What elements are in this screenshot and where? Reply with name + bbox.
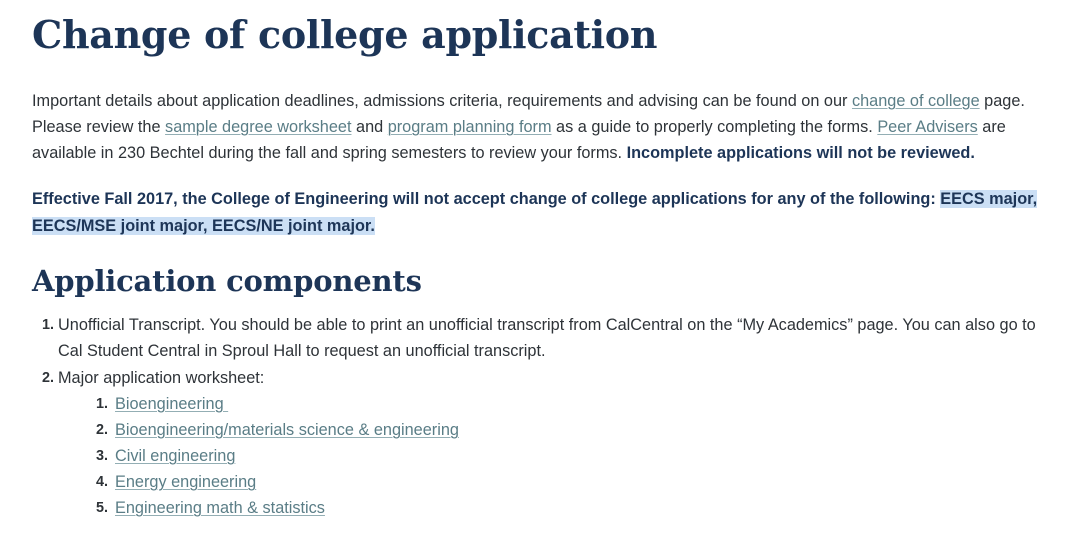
list-item: Bioengineering/materials science & engin… xyxy=(91,417,1048,443)
link-bioengineering-materials-science-engineering[interactable]: Bioengineering/materials science & engin… xyxy=(115,421,459,439)
link-peer-advisers[interactable]: Peer Advisers xyxy=(877,118,977,136)
intro-text-segment-3: and xyxy=(351,117,388,136)
link-change-of-college[interactable]: change of college xyxy=(852,92,980,110)
link-sample-degree-worksheet[interactable]: sample degree worksheet xyxy=(165,118,351,136)
document-content: Change of college application Important … xyxy=(0,0,1080,521)
notice-paragraph: Effective Fall 2017, the College of Engi… xyxy=(32,166,1048,239)
intro-text-segment-1: Important details about application dead… xyxy=(32,91,852,110)
notice-plain-text: Effective Fall 2017, the College of Engi… xyxy=(32,190,941,209)
intro-bold-warning: Incomplete applications will not be revi… xyxy=(626,144,975,163)
list-item: Civil engineering xyxy=(91,443,1048,469)
link-energy-engineering[interactable]: Energy engineering xyxy=(115,473,256,491)
application-components-list: Unofficial Transcript. You should be abl… xyxy=(32,300,1048,521)
intro-text-segment-4: as a guide to properly completing the fo… xyxy=(551,117,878,136)
section-heading-application-components: Application components xyxy=(32,264,422,299)
link-program-planning-form[interactable]: program planning form xyxy=(388,118,552,136)
list-item: Engineering math & statistics xyxy=(91,495,1048,521)
list-item: Bioengineering xyxy=(91,391,1048,417)
link-bioengineering[interactable]: Bioengineering xyxy=(115,395,228,413)
list-item: Major application worksheet: Bioengineer… xyxy=(32,365,1048,522)
page-title: Change of college application xyxy=(32,12,658,57)
document-page: Change of college application Important … xyxy=(0,0,1080,536)
list-item: Unofficial Transcript. You should be abl… xyxy=(32,312,1048,364)
component-item-text: Unofficial Transcript. You should be abl… xyxy=(58,316,1036,361)
major-worksheet-links-list: Bioengineering Bioengineering/materials … xyxy=(58,391,1048,522)
list-item: Energy engineering xyxy=(91,469,1048,495)
component-item-text: Major application worksheet: xyxy=(58,368,265,387)
intro-paragraph: Important details about application dead… xyxy=(32,57,1048,167)
link-civil-engineering[interactable]: Civil engineering xyxy=(115,447,235,465)
link-engineering-math-statistics[interactable]: Engineering math & statistics xyxy=(115,499,325,517)
